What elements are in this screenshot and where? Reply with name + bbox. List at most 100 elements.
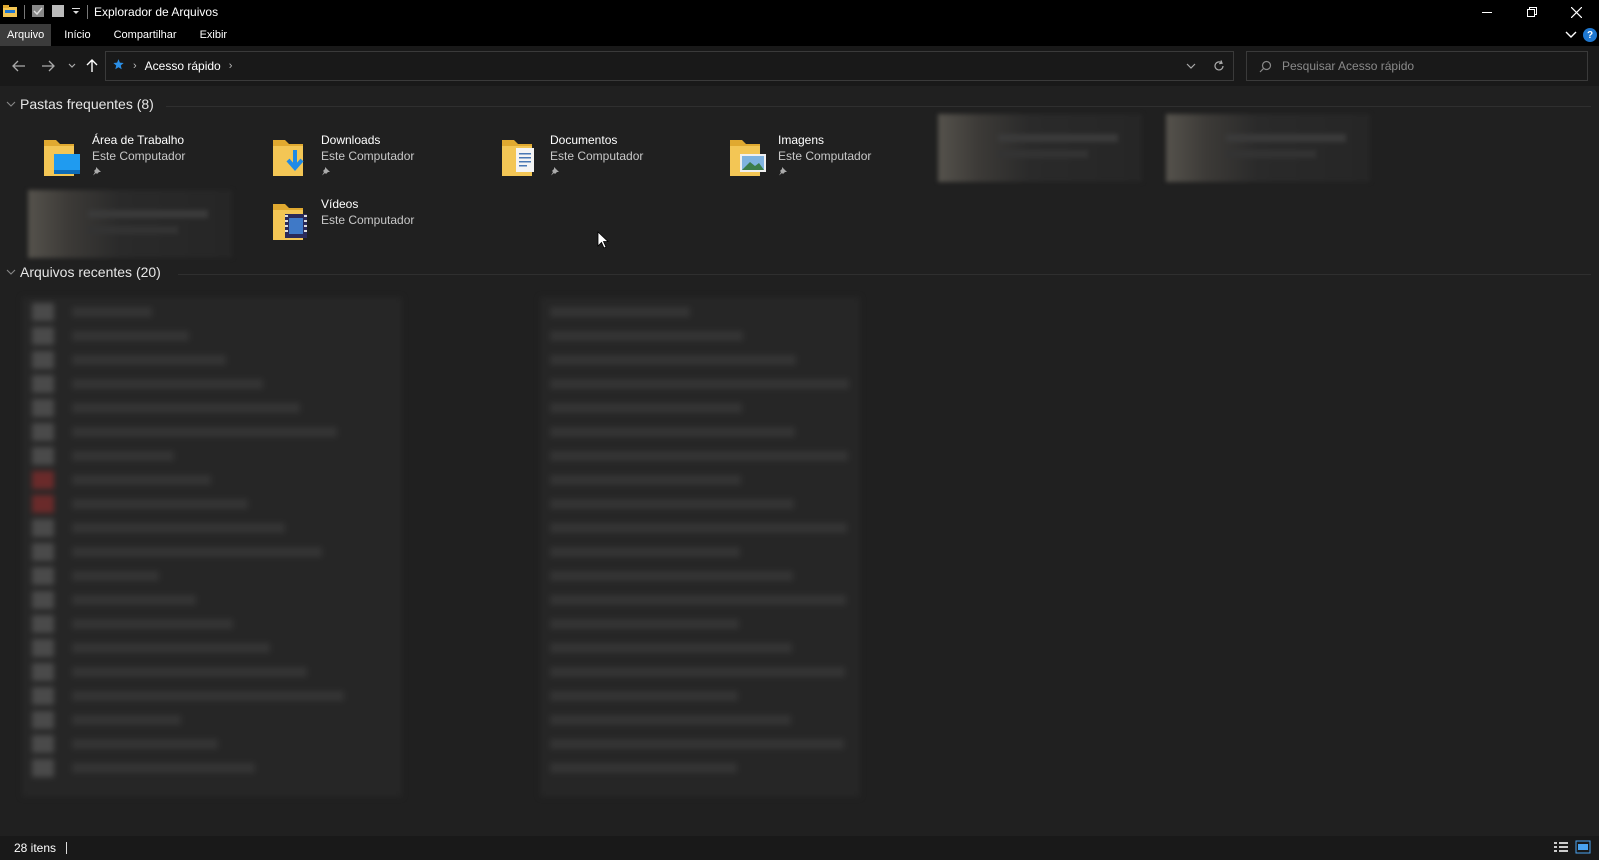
recent-file-row[interactable]	[72, 427, 337, 437]
recent-file-row[interactable]	[72, 451, 174, 461]
quick-access-star-icon	[112, 58, 125, 74]
ribbon-right: ?	[1565, 24, 1599, 46]
recent-file-row	[550, 355, 796, 365]
recent-file-row[interactable]	[72, 571, 159, 581]
pin-icon	[778, 165, 871, 179]
recent-file-row	[550, 619, 739, 629]
recent-files-header[interactable]: Arquivos recentes (20)	[6, 264, 161, 280]
folder-name: Imagens	[778, 133, 825, 147]
title-bar: Explorador de Arquivos	[0, 0, 1599, 24]
recent-file-row[interactable]	[72, 355, 226, 365]
recent-file-row	[550, 379, 849, 389]
recent-file-row[interactable]	[72, 523, 285, 533]
videos-folder-icon	[271, 198, 315, 246]
expand-ribbon-button[interactable]	[1565, 28, 1577, 42]
chevron-down-icon	[6, 101, 16, 107]
minimize-button[interactable]	[1464, 0, 1509, 24]
recent-file-row[interactable]	[72, 379, 263, 389]
divider	[178, 274, 1591, 275]
recent-file-row	[550, 523, 847, 533]
folder-location: Este Computador	[778, 149, 872, 163]
folder-location: Este Computador	[321, 149, 415, 163]
folder-tile-videos[interactable]: Vídeos Este Computador	[259, 192, 469, 254]
recent-files-paths-blurred	[540, 297, 860, 797]
refresh-button[interactable]	[1205, 52, 1233, 80]
back-button[interactable]	[9, 56, 29, 76]
quick-access-toolbar	[0, 0, 88, 24]
recent-file-row[interactable]	[72, 715, 181, 725]
details-view-button[interactable]	[1553, 840, 1569, 857]
blurred-folder-tile[interactable]	[28, 190, 232, 258]
customize-toolbar-icon[interactable]	[71, 5, 81, 19]
up-button[interactable]	[82, 56, 102, 76]
file-icon	[32, 711, 54, 729]
file-icon	[32, 399, 54, 417]
search-box[interactable]	[1246, 51, 1588, 81]
address-history-button[interactable]	[1177, 52, 1205, 80]
recent-file-row[interactable]	[72, 307, 152, 317]
folder-tile-imagens[interactable]: Imagens Este Computador	[716, 128, 926, 190]
separator	[24, 5, 25, 19]
restore-button[interactable]	[1509, 0, 1554, 24]
large-icons-view-button[interactable]	[1575, 840, 1591, 857]
file-explorer-icon[interactable]	[2, 4, 18, 21]
address-bar[interactable]: › Acesso rápido ›	[105, 51, 1234, 81]
downloads-folder-icon	[271, 134, 315, 182]
file-icon	[32, 519, 54, 537]
tab-compartilhar[interactable]: Compartilhar	[107, 24, 184, 46]
status-separator	[66, 842, 68, 854]
folder-location: Este Computador	[550, 149, 644, 163]
folder-tile-documentos[interactable]: Documentos Este Computador	[488, 128, 698, 190]
help-icon[interactable]: ?	[1583, 28, 1597, 42]
folder-tile-downloads[interactable]: Downloads Este Computador	[259, 128, 469, 190]
restore-icon	[1526, 7, 1537, 17]
tab-exibir[interactable]: Exibir	[193, 24, 235, 46]
pictures-folder-icon	[728, 134, 772, 182]
recent-file-row	[550, 499, 794, 509]
close-icon	[1571, 6, 1582, 18]
mouse-cursor-icon	[597, 231, 610, 252]
tab-arquivo[interactable]: Arquivo	[0, 24, 52, 46]
recent-file-row[interactable]	[72, 619, 233, 629]
search-input[interactable]	[1282, 59, 1572, 73]
recent-file-row[interactable]	[72, 595, 196, 605]
recent-file-row[interactable]	[72, 691, 344, 701]
breadcrumb-separator-icon[interactable]: ›	[133, 60, 137, 72]
recent-file-row[interactable]	[72, 643, 270, 653]
recent-files-list-blurred[interactable]	[22, 297, 402, 797]
file-icon	[32, 615, 54, 633]
recent-file-row[interactable]	[72, 739, 218, 749]
properties-icon[interactable]	[31, 4, 45, 21]
recent-file-row[interactable]	[72, 475, 211, 485]
file-icon	[32, 375, 54, 393]
recent-file-row	[550, 451, 848, 461]
chevron-down-icon	[1186, 63, 1196, 69]
frequent-folders-header[interactable]: Pastas frequentes (8)	[6, 96, 154, 112]
window-controls	[1464, 0, 1599, 24]
recent-locations-button[interactable]	[62, 56, 82, 76]
address-actions	[1177, 52, 1233, 80]
blurred-folder-tile[interactable]	[938, 114, 1142, 182]
folder-name: Downloads	[321, 133, 381, 147]
recent-file-row[interactable]	[72, 499, 248, 509]
new-folder-icon[interactable]	[51, 4, 65, 21]
file-icon	[32, 327, 54, 345]
recent-file-row[interactable]	[72, 667, 307, 677]
recent-file-row[interactable]	[72, 331, 189, 341]
recent-file-row[interactable]	[72, 547, 322, 557]
blurred-folder-tile[interactable]	[1166, 114, 1370, 182]
breadcrumb-acesso-rapido[interactable]: Acesso rápido	[145, 59, 221, 73]
file-icon	[32, 759, 54, 777]
recent-file-row	[550, 547, 740, 557]
ribbon-tabs: Arquivo Início Compartilhar Exibir ?	[0, 24, 1599, 46]
folder-tile-area-de-trabalho[interactable]: Área de Trabalho Este Computador	[30, 128, 240, 190]
breadcrumb-separator-icon[interactable]: ›	[229, 60, 233, 72]
recent-file-row	[550, 595, 846, 605]
recent-file-row[interactable]	[72, 763, 255, 773]
recent-file-row[interactable]	[72, 403, 300, 413]
tab-inicio[interactable]: Início	[57, 24, 97, 46]
recent-file-row	[550, 307, 690, 317]
search-icon	[1259, 60, 1272, 72]
forward-button[interactable]	[38, 56, 58, 76]
close-button[interactable]	[1554, 0, 1599, 24]
